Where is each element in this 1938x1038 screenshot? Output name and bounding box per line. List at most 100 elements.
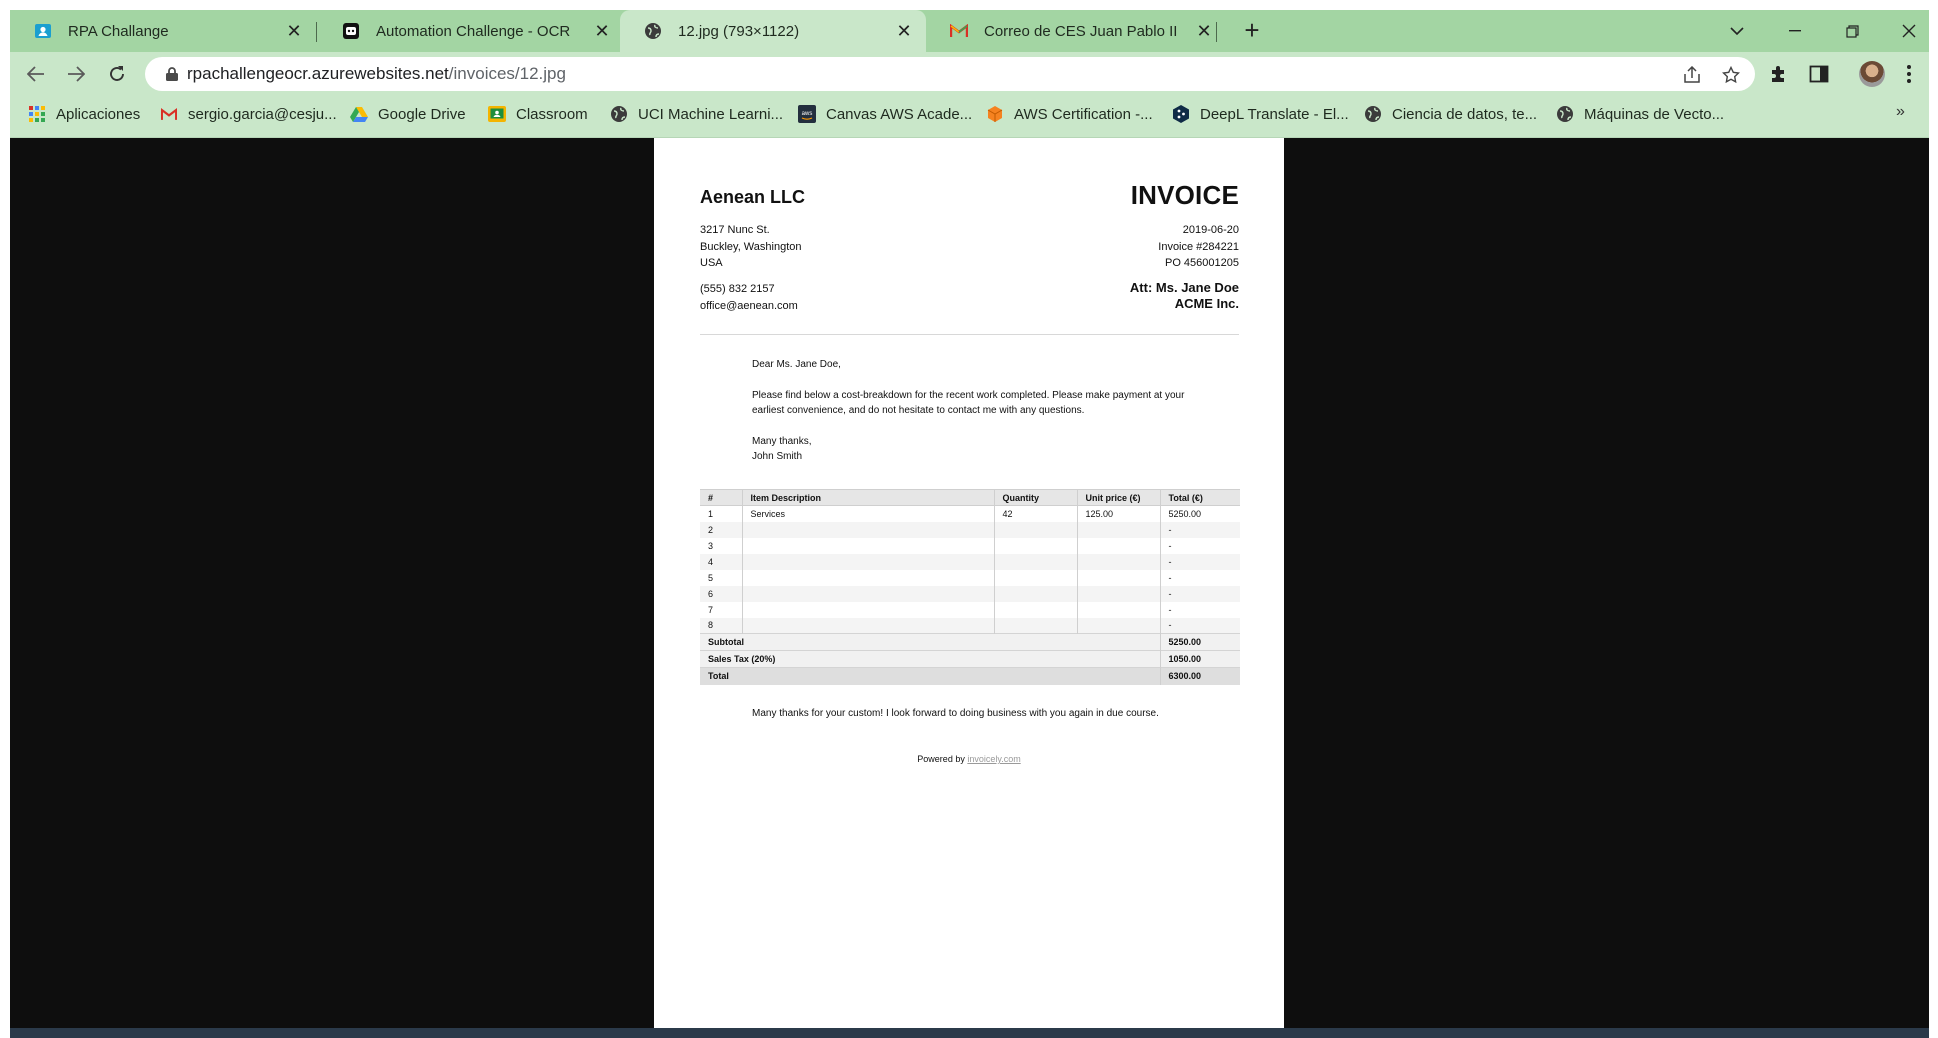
- company-name: Aenean LLC: [700, 187, 806, 207]
- company-phone: (555) 832 2157: [700, 283, 775, 295]
- po-number: PO 456001205: [1164, 257, 1239, 269]
- cell-total: -: [1159, 569, 1240, 586]
- recipient-block: Att: Ms. Jane Doe ACME Inc.: [1130, 280, 1239, 312]
- close-window-button[interactable]: [1895, 18, 1923, 44]
- cell-total: -: [1159, 585, 1240, 602]
- table-header-row: # Item Description Quantity Unit price (…: [700, 489, 1240, 506]
- address-line: Buckley, Washington: [700, 240, 802, 253]
- bookmark-label: Máquinas de Vecto...: [1584, 105, 1725, 123]
- new-tab-button[interactable]: +: [1240, 17, 1264, 43]
- bookmark-classroom[interactable]: Classroom: [488, 96, 588, 132]
- cell-index: 1: [708, 508, 714, 519]
- close-tab-icon[interactable]: ✕: [592, 21, 612, 41]
- column-header: Unit price (€): [1076, 489, 1160, 506]
- bookmark-aplicaciones[interactable]: Aplicaciones: [28, 96, 140, 132]
- company-address: 3217 Nunc St. Buckley, Washington USA: [700, 222, 802, 272]
- tab-title: Correo de CES Juan Pablo II: [984, 22, 1178, 40]
- bookmark-maquinas-de-vectores[interactable]: Máquinas de Vecto...: [1556, 96, 1724, 132]
- extensions-puzzle-icon[interactable]: [1767, 62, 1791, 86]
- table-row: 4-: [700, 553, 1240, 570]
- close-tab-icon[interactable]: ✕: [284, 21, 304, 41]
- column-header: #: [700, 489, 742, 506]
- tab-correo-ces[interactable]: Correo de CES Juan Pablo II ✕: [926, 10, 1226, 52]
- cell-unit-price: [1076, 617, 1160, 634]
- window-frame-right: [1929, 0, 1938, 1038]
- tab-title: RPA Challange: [68, 22, 169, 40]
- forward-button[interactable]: [62, 60, 90, 88]
- cell-index: 2: [700, 521, 742, 538]
- url-text[interactable]: rpachallengeocr.azurewebsites.net/invoic…: [187, 64, 566, 84]
- cell-total: 5250.00: [1159, 505, 1240, 522]
- bookmark-uci-machine-learning[interactable]: UCI Machine Learni...: [610, 96, 783, 132]
- minimize-button[interactable]: [1781, 18, 1809, 44]
- close-tab-icon[interactable]: ✕: [894, 21, 914, 41]
- profile-avatar[interactable]: [1859, 61, 1885, 87]
- bookmark-label: DeepL Translate - El...: [1200, 105, 1349, 123]
- cell-total: -: [1159, 617, 1240, 634]
- recipient-company: ACME Inc.: [1174, 296, 1239, 311]
- cell-unit-price: [1076, 537, 1160, 554]
- kebab-menu-icon[interactable]: [1897, 62, 1921, 86]
- bookmark-label: UCI Machine Learni...: [638, 105, 784, 123]
- bookmark-canvas-aws[interactable]: aws Canvas AWS Acade...: [798, 96, 972, 132]
- cell-description: [741, 601, 994, 618]
- invoice-date: 2019-06-20: [1182, 224, 1239, 236]
- bookmark-ciencia-de-datos[interactable]: Ciencia de datos, te...: [1364, 96, 1537, 132]
- bookmark-deepl-translate[interactable]: DeepL Translate - El...: [1172, 96, 1349, 132]
- invoice-image[interactable]: Aenean LLC INVOICE 3217 Nunc St. Buckley…: [654, 138, 1284, 1028]
- total-row: Total 6300.00: [700, 667, 1240, 685]
- reload-button[interactable]: [103, 60, 131, 88]
- cell-quantity: [993, 537, 1077, 554]
- table-row: 1 Services 42 125.00 5250.00: [700, 505, 1240, 522]
- invoice-title: INVOICE: [1130, 180, 1239, 210]
- invoice-meta: 2019-06-20 Invoice #284221 PO 456001205: [1158, 222, 1239, 272]
- bookmark-google-drive[interactable]: Google Drive: [350, 96, 466, 132]
- tab-title: 12.jpg (793×1122): [678, 22, 800, 40]
- line-items-table: # Item Description Quantity Unit price (…: [700, 489, 1240, 685]
- letter-greeting: Dear Ms. Jane Doe,: [752, 359, 841, 370]
- recipient-attention: Att: Ms. Jane Doe: [1129, 280, 1239, 295]
- cell-description: [741, 569, 994, 586]
- google-drive-icon: [350, 105, 368, 123]
- share-icon[interactable]: [1681, 64, 1703, 86]
- close-tab-icon[interactable]: ✕: [1194, 21, 1214, 41]
- invoice-number: Invoice #284221: [1158, 240, 1239, 253]
- side-panel-icon[interactable]: [1807, 62, 1831, 86]
- globe-icon: [644, 22, 662, 40]
- restore-button[interactable]: [1838, 18, 1866, 44]
- classroom-icon: [488, 105, 506, 123]
- back-button[interactable]: [22, 60, 50, 88]
- cell-quantity: [993, 521, 1077, 538]
- lock-icon[interactable]: [165, 66, 179, 82]
- cell-unit-price: [1076, 521, 1160, 538]
- address-bar[interactable]: rpachallengeocr.azurewebsites.net/invoic…: [145, 57, 1755, 91]
- column-header: Total (€): [1159, 489, 1240, 506]
- letter-signoff: Many thanks,: [752, 435, 812, 447]
- cover-letter: Dear Ms. Jane Doe, Please find below a c…: [752, 357, 1192, 465]
- bookmark-aws-certification[interactable]: AWS Certification -...: [986, 96, 1153, 132]
- window-frame-top: [0, 0, 1938, 10]
- taskbar-edge: [10, 1028, 1929, 1038]
- bookmark-star-icon[interactable]: [1720, 64, 1742, 86]
- cell-quantity: [993, 585, 1077, 602]
- cell-unit-price: 125.00: [1076, 505, 1160, 522]
- gmail-icon: [160, 105, 178, 123]
- bookmarks-overflow-chevron-icon[interactable]: »: [1896, 103, 1905, 121]
- total-label: Total: [700, 667, 1160, 685]
- column-header: Item Description: [741, 489, 994, 506]
- header-divider: [700, 334, 1239, 335]
- total-value: 6300.00: [1159, 667, 1240, 685]
- tab-search-chevron-icon[interactable]: [1723, 18, 1751, 44]
- bookmark-sergio-garcia[interactable]: sergio.garcia@cesju...: [160, 96, 337, 132]
- table-row: 2-: [700, 521, 1240, 538]
- tab-invoice-image[interactable]: 12.jpg (793×1122) ✕: [620, 10, 926, 52]
- cell-description: [741, 617, 994, 634]
- tab-rpa-challange[interactable]: RPA Challange ✕: [10, 10, 316, 52]
- table-row: 3-: [700, 537, 1240, 554]
- invoicely-link[interactable]: invoicely.com: [967, 754, 1020, 764]
- cell-total: -: [1159, 553, 1240, 570]
- cell-description: [741, 553, 994, 570]
- browser-toolbar: rpachallengeocr.azurewebsites.net/invoic…: [10, 52, 1929, 96]
- cell-description: [741, 537, 994, 554]
- tab-automation-challenge[interactable]: Automation Challenge - OCR ✕: [318, 10, 624, 52]
